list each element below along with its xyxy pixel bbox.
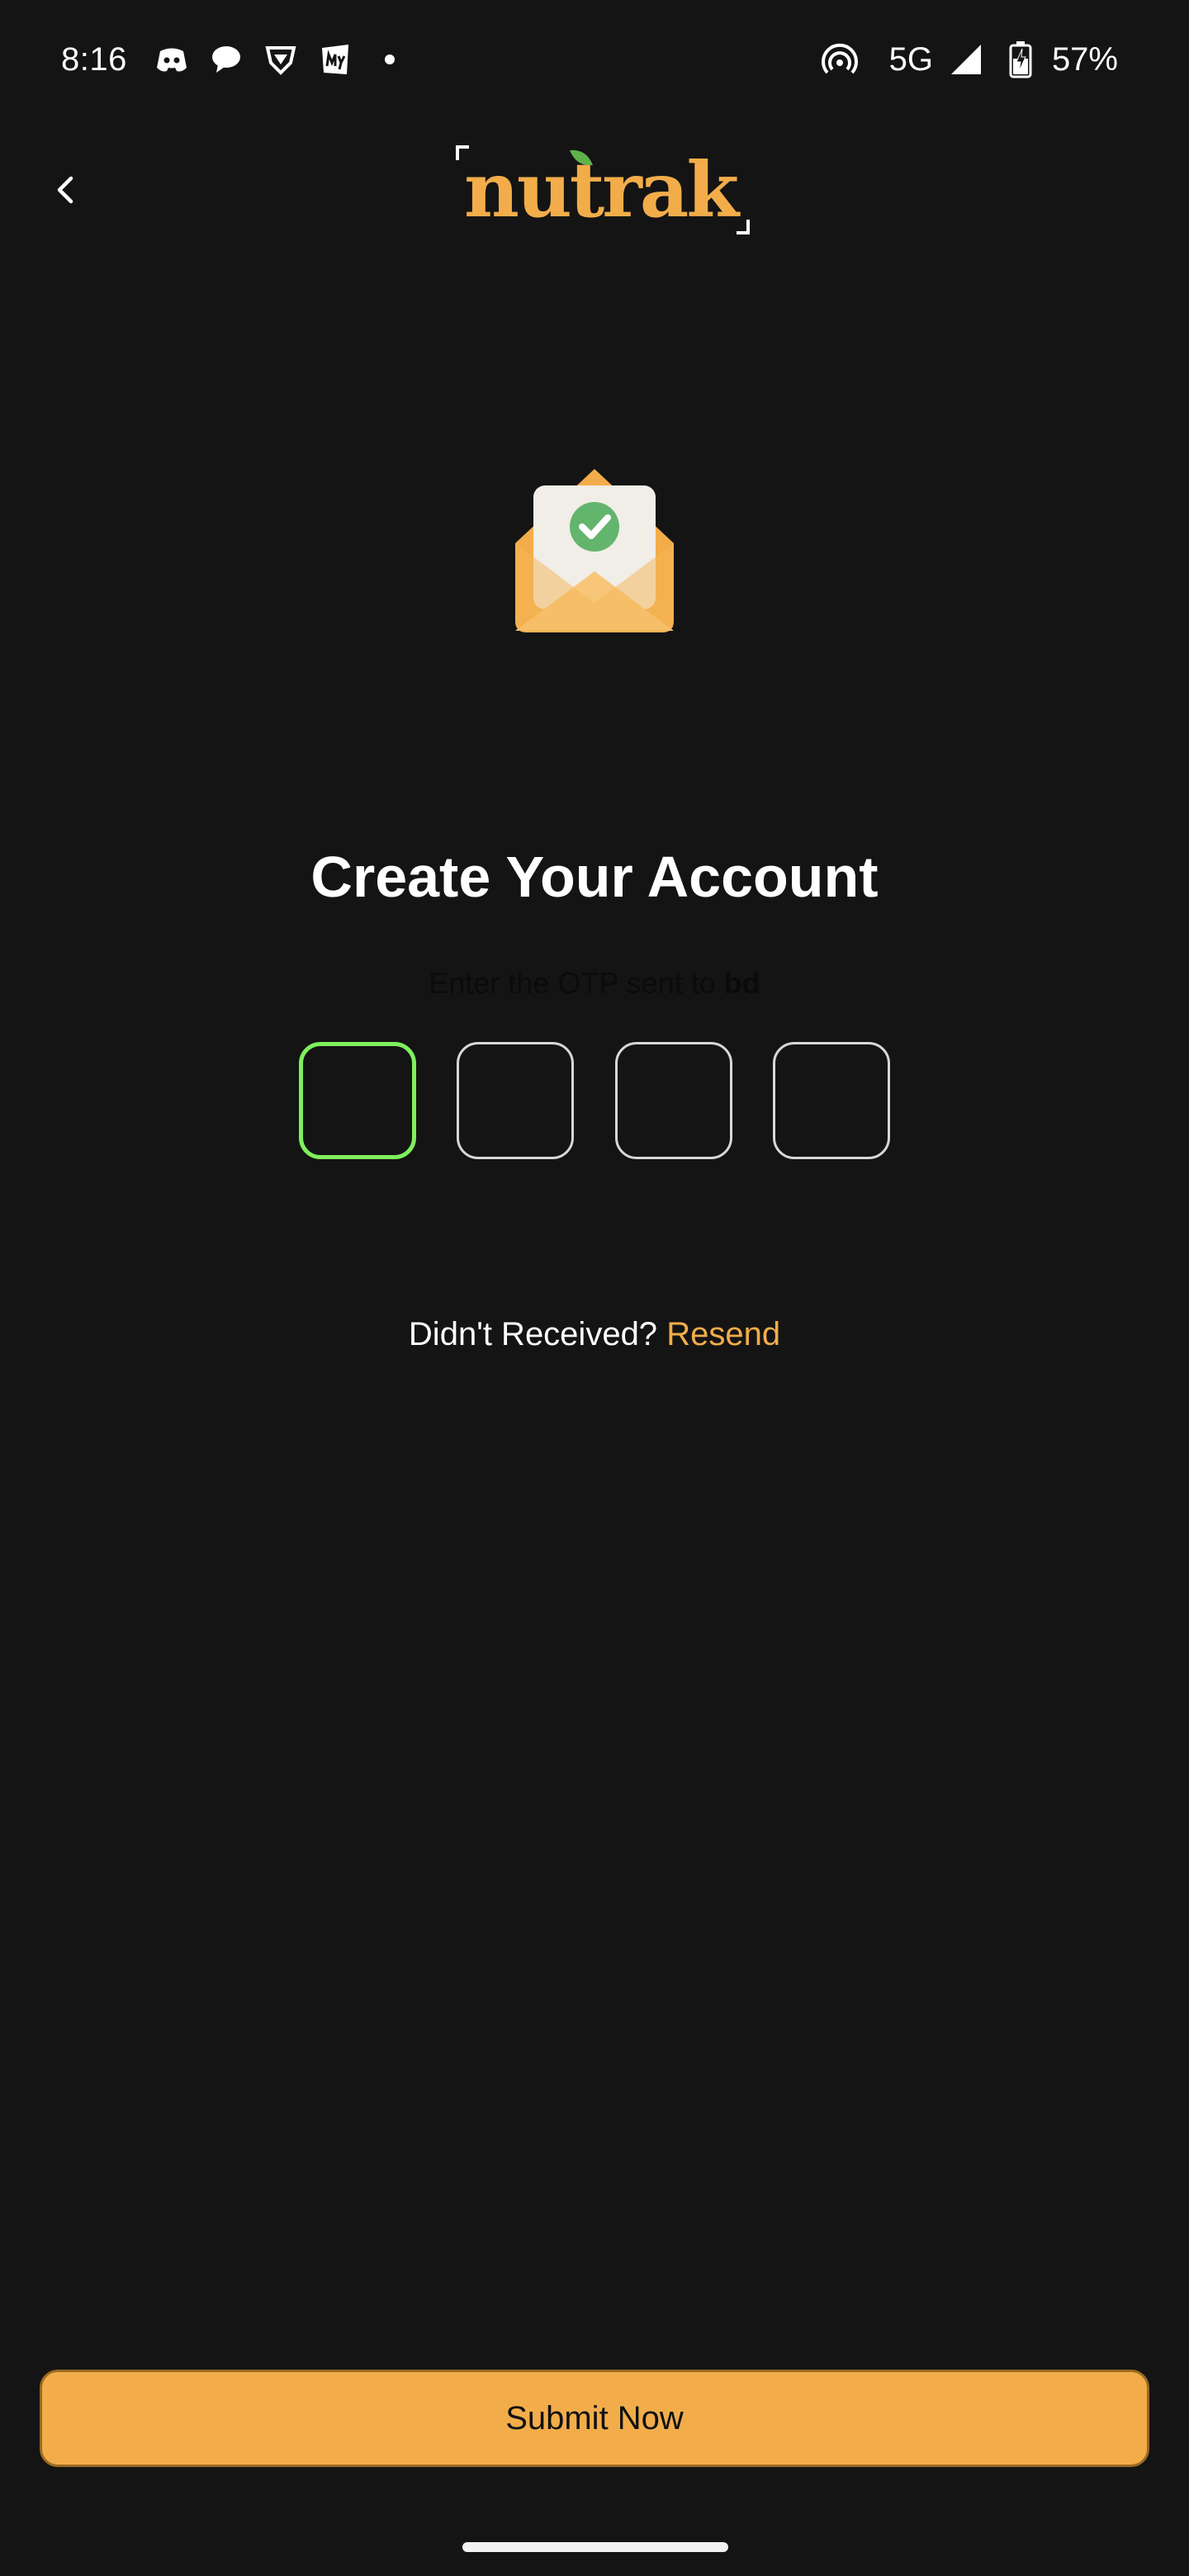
otp-instruction-text: Enter the OTP sent to [429, 966, 724, 1000]
hotspot-icon [820, 40, 860, 79]
resend-row: Didn't Received? Resend [0, 1316, 1189, 1353]
otp-digit-2[interactable] [457, 1042, 575, 1159]
status-time: 8:16 [61, 40, 127, 78]
status-bar-left: 8:16 [61, 40, 395, 79]
resend-prompt: Didn't Received? [408, 1316, 658, 1352]
home-indicator[interactable] [462, 2542, 728, 2552]
status-bar-right: 5G 57% [820, 40, 1118, 79]
envelope-check-icon [507, 462, 682, 637]
signal-icon [946, 40, 986, 79]
notification-dot [384, 54, 395, 64]
otp-digit-3[interactable] [614, 1042, 732, 1159]
battery-percent: 57% [1051, 40, 1118, 78]
chat-icon [206, 40, 246, 79]
myntra-icon [315, 40, 355, 79]
status-bar: 8:16 5G 57% [0, 0, 1189, 119]
svg-text:nutrak: nutrak [464, 145, 741, 234]
otp-digit-4[interactable] [772, 1042, 890, 1159]
otp-digit-1[interactable] [299, 1042, 416, 1159]
brave-icon [261, 40, 301, 79]
discord-icon [152, 40, 192, 79]
nutrak-logo: nutrak [446, 140, 760, 239]
otp-target: bd [723, 966, 760, 1000]
battery-charging-icon [1001, 40, 1040, 79]
network-type: 5G [888, 40, 933, 78]
otp-input-group [299, 1042, 890, 1159]
resend-link[interactable]: Resend [666, 1316, 780, 1352]
page-title: Create Your Account [310, 845, 879, 909]
back-button[interactable] [25, 157, 107, 223]
otp-instruction: Enter the OTP sent to bd [0, 966, 1189, 1001]
submit-button[interactable]: Submit Now [40, 2370, 1149, 2467]
chevron-left-icon [57, 176, 73, 204]
